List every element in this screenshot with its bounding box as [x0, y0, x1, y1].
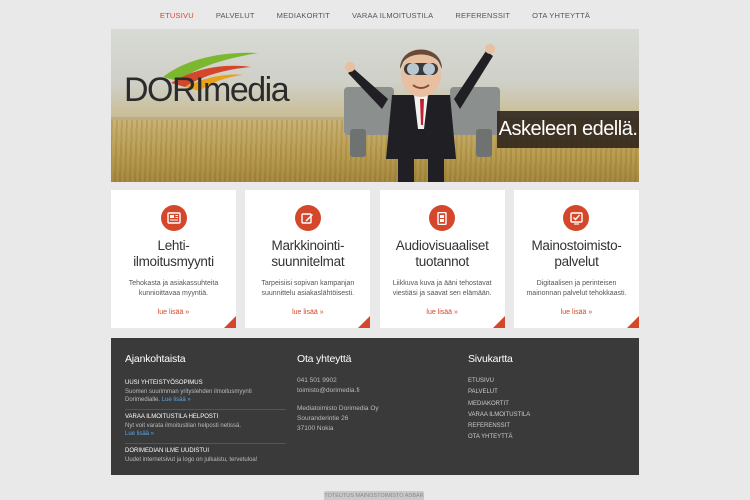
sitemap-heading: Sivukartta: [468, 353, 513, 365]
card-corner-accent: [358, 316, 371, 328]
card-read-more-link[interactable]: lue lisää »: [380, 309, 505, 316]
card-text: Digitaalisen ja perinteisen mainonnan pa…: [526, 280, 627, 297]
main-nav: ETUSIVU PALVELUT MEDIAKORTIT VARAA ILMOI…: [0, 0, 750, 30]
news-heading: Ajankohtaista: [125, 353, 186, 365]
hero-child-pilot-image: [344, 44, 500, 182]
service-card-lehti-ilmoitusmyynti: Lehti- ilmoitusmyynti Tehokasta ja asiak…: [111, 190, 236, 328]
card-read-more-link[interactable]: lue lisää »: [111, 309, 236, 316]
service-card-audiovisuaaliset-tuotannot: Audiovisuaaliset tuotannot Liikkuva kuva…: [379, 190, 505, 328]
news-item-text: Suomen suurimman yrityslehden ilmoitusmy…: [125, 389, 252, 403]
news-item: DORIMEDIAN ILME UUDISTUI Uudet internets…: [125, 444, 286, 469]
news-item: VARAA ILMOITUSTILA HELPOSTI Nyt voit var…: [125, 410, 286, 444]
nav-item-etusivu[interactable]: ETUSIVU: [149, 11, 205, 20]
contact-company: Mediatoimisto Dorimedia Oy: [297, 405, 379, 412]
contact-column: Ota yhteyttä 041 501 9902 toimisto@dorim…: [297, 353, 379, 434]
nav-item-ota-yhteytta[interactable]: OTA YHTEYTTÄ: [521, 11, 601, 20]
sitemap-link-ota-yhteytta[interactable]: OTA YHTEYTTÄ: [468, 432, 530, 443]
news-column: Ajankohtaista UUSI YHTEISTYÖSOPIMUS Suom…: [125, 353, 286, 469]
news-read-more-link[interactable]: Lue lisää »: [162, 397, 191, 403]
credit-tab[interactable]: TOTEUTUS MAINOSTOIMISTO ADBAR: [324, 491, 424, 500]
service-card-markkinointisuunnitelmat: Markkinointi- suunnitelmat Tarpeisiisi s…: [245, 190, 371, 328]
news-item-text: Uudet internetsivut ja logo on julkaistu…: [125, 457, 258, 463]
site-footer: Ajankohtaista UUSI YHTEISTYÖSOPIMUS Suom…: [111, 338, 639, 475]
card-title: Markkinointi- suunnitelmat: [271, 238, 345, 269]
news-item-title[interactable]: UUSI YHTEISTYÖSOPIMUS: [125, 379, 286, 388]
nav-item-referenssit[interactable]: REFERENSSIT: [444, 11, 521, 20]
card-title: Mainostoimisto- palvelut: [531, 238, 622, 269]
hero-banner: DORImedia Askeleen edellä.: [111, 29, 639, 182]
card-corner-accent: [626, 316, 639, 328]
sitemap-column: Sivukartta ETUSIVU PALVELUT MEDIAKORTIT …: [468, 353, 530, 444]
sitemap-link-varaa-ilmoitustila[interactable]: VARAA ILMOITUSTILA: [468, 410, 530, 421]
contact-email[interactable]: toimisto@dorimedia.fi: [297, 386, 379, 396]
contact-phone[interactable]: 041 501 9902: [297, 376, 379, 386]
nav-item-palvelut[interactable]: PALVELUT: [205, 11, 266, 20]
nav-item-varaa-ilmoitustila[interactable]: VARAA ILMOITUSTILA: [341, 11, 444, 20]
news-item-title[interactable]: DORIMEDIAN ILME UUDISTUI: [125, 447, 286, 456]
news-item-text: Nyt voit varata ilmoitustilan helposti n…: [125, 423, 242, 437]
card-read-more-link[interactable]: lue lisää »: [514, 309, 639, 316]
service-cards: Lehti- ilmoitusmyynti Tehokasta ja asiak…: [111, 190, 639, 328]
hero-tagline: Askeleen edellä.: [497, 111, 639, 148]
film-icon: [429, 205, 456, 231]
news-item: UUSI YHTEISTYÖSOPIMUS Suomen suurimman y…: [125, 376, 286, 410]
logo-text: DORImedia: [124, 71, 290, 109]
card-text: Liikkuva kuva ja ääni tehostavat viestiä…: [392, 280, 492, 297]
sitemap-link-mediakortit[interactable]: MEDIAKORTIT: [468, 399, 530, 410]
contact-street: Souranderintie 26: [297, 415, 349, 422]
card-title: Audiovisuaaliset tuotannot: [395, 238, 489, 269]
newspaper-icon: [160, 205, 187, 231]
sitemap-link-palvelut[interactable]: PALVELUT: [468, 387, 530, 398]
news-read-more-link[interactable]: Lue lisää »: [125, 431, 154, 437]
card-read-more-link[interactable]: lue lisää »: [245, 309, 370, 316]
service-card-mainostoimistopalvelut: Mainostoimisto- palvelut Digitaalisen ja…: [513, 190, 639, 328]
nav-item-mediakortit[interactable]: MEDIAKORTIT: [266, 11, 341, 20]
card-corner-accent: [492, 316, 505, 328]
card-text: Tehokasta ja asiakassuhteita kunnioittav…: [128, 280, 219, 297]
card-text: Tarpeisiisi sopivan kampanjan suunnittel…: [261, 280, 355, 297]
check-box-icon: [563, 205, 590, 231]
contact-city: 37100 Nokia: [297, 425, 334, 432]
card-corner-accent: [224, 316, 236, 328]
edit-icon: [294, 205, 321, 231]
sitemap-link-etusivu[interactable]: ETUSIVU: [468, 376, 530, 387]
news-item-title[interactable]: VARAA ILMOITUSTILA HELPOSTI: [125, 413, 286, 422]
contact-heading: Ota yhteyttä: [297, 353, 352, 365]
sitemap-link-referenssit[interactable]: REFERENSSIT: [468, 421, 530, 432]
card-title: Lehti- ilmoitusmyynti: [133, 238, 214, 269]
